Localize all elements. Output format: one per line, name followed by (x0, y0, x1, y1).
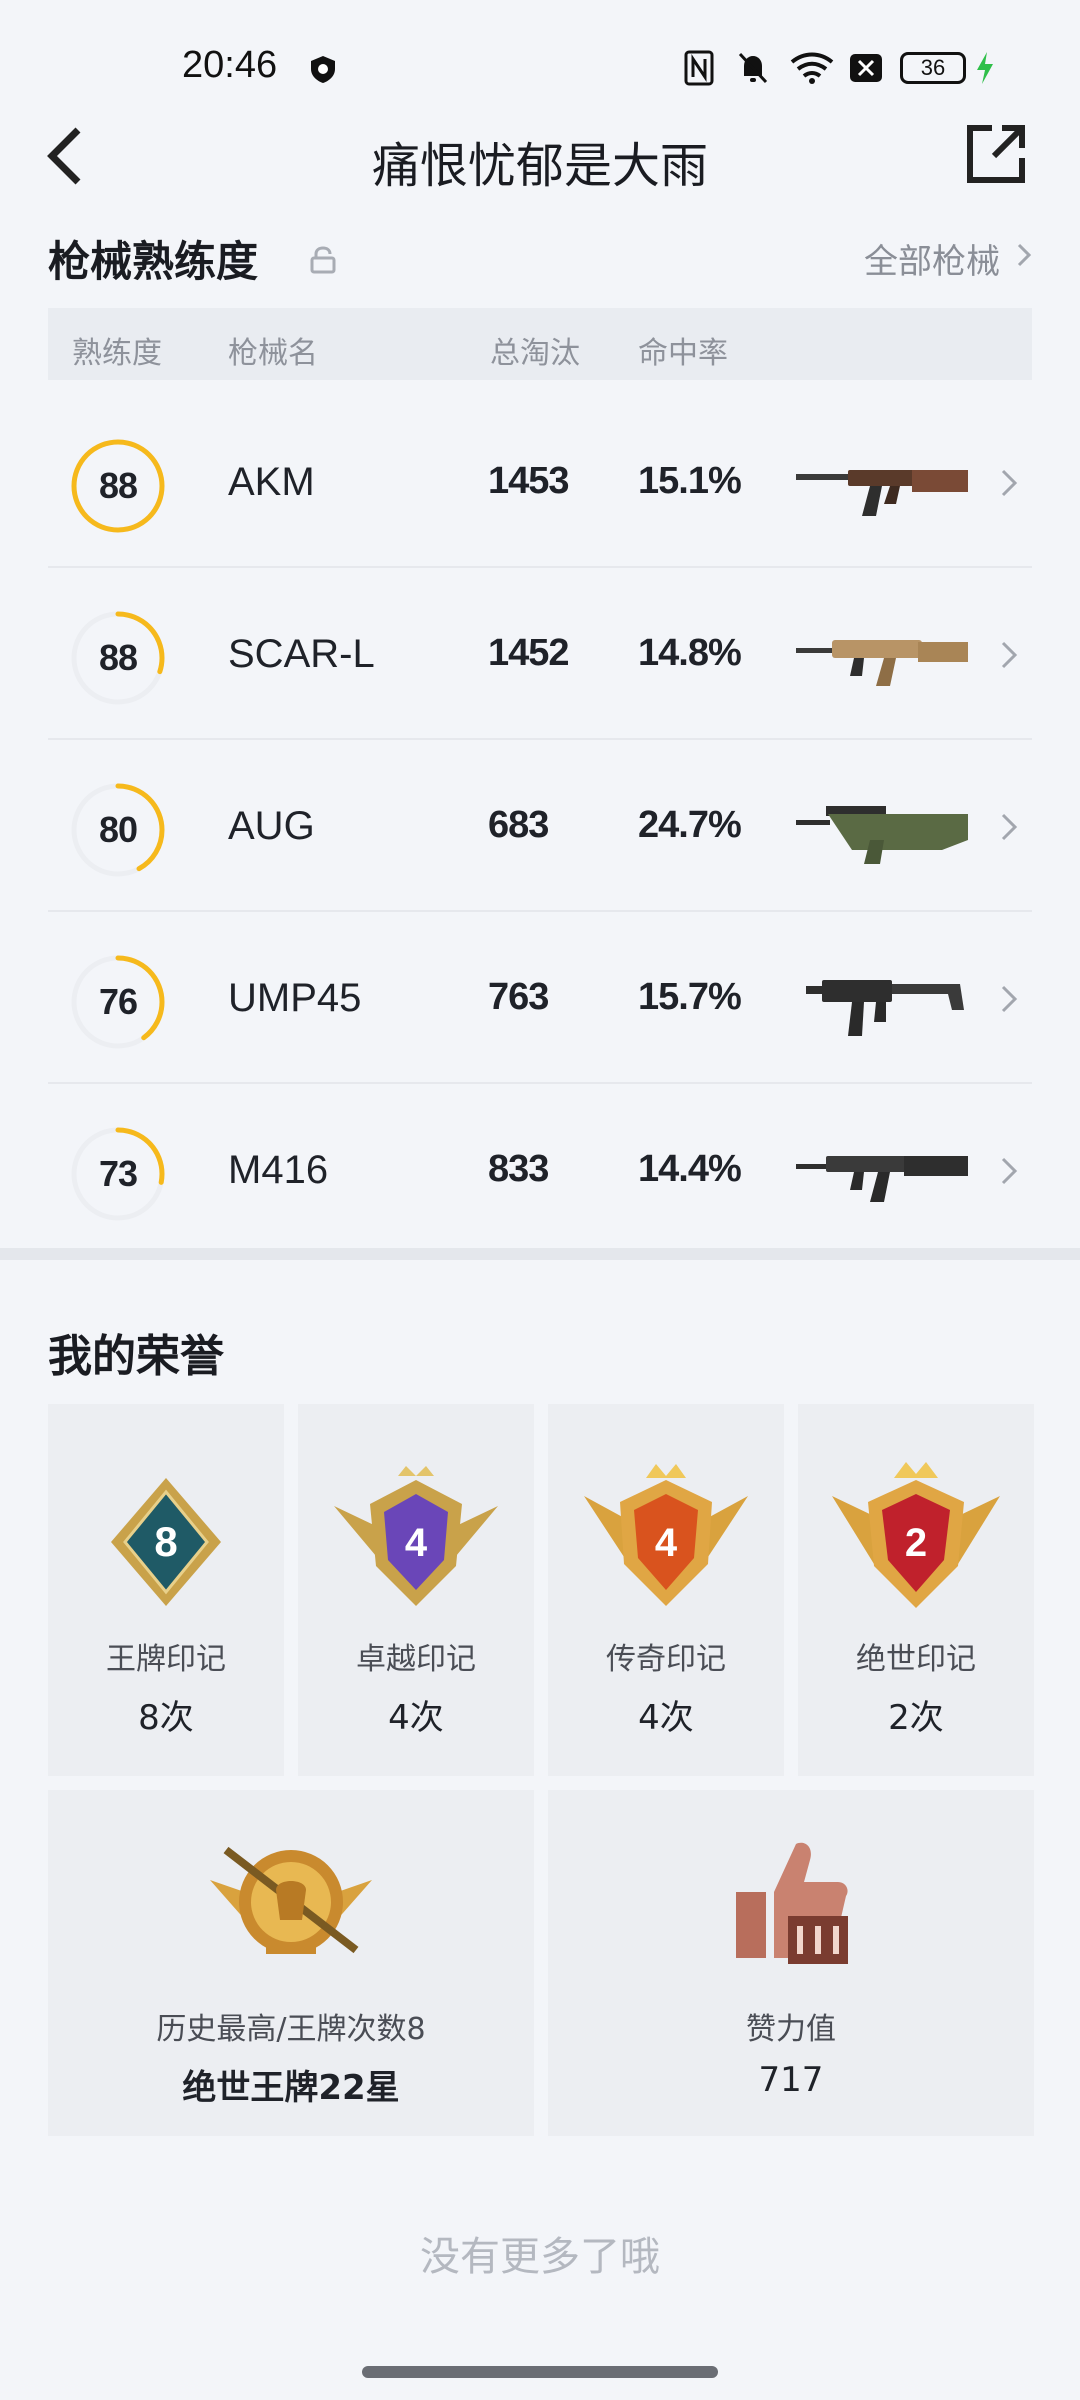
battery-icon: 36 (900, 52, 966, 84)
weapon-name: AKM (228, 460, 315, 504)
best-rank-card[interactable]: 历史最高/王牌次数8 绝世王牌22星 (48, 1790, 534, 2136)
weapon-name: SCAR-L (228, 632, 375, 676)
status-bar: 20:46 36 (0, 0, 1080, 130)
mastery-value: 88 (98, 465, 138, 506)
mastery-value: 76 (98, 981, 138, 1022)
ace-mark-badge-icon: 8 (111, 1478, 221, 1606)
weapon-mastery-header: 枪械熟练度 全部枪械 (48, 228, 1032, 288)
honor-card-peerless[interactable]: 2 绝世印记 2次 (798, 1404, 1034, 1776)
home-indicator[interactable] (362, 2366, 718, 2378)
honor-card-ace[interactable]: 8 王牌印记 8次 (48, 1404, 284, 1776)
mastery-value: 73 (98, 1153, 138, 1194)
lock-icon (310, 246, 336, 274)
aug-rifle-icon (796, 806, 968, 864)
notification-x-icon (850, 54, 882, 82)
all-weapons-link[interactable]: 全部枪械 (864, 234, 1000, 283)
weapon-eliminations: 763 (488, 976, 549, 1018)
weapon-eliminations: 833 (488, 1148, 549, 1190)
honor-count: 4次 (388, 1698, 444, 1738)
honor-count: 2次 (888, 1698, 944, 1738)
honor-card-excellence[interactable]: 4 卓越印记 4次 (298, 1404, 534, 1776)
weapon-hit-rate: 24.7% (638, 804, 742, 846)
chevron-right-icon[interactable] (1016, 242, 1032, 268)
honor-count: 8次 (138, 1698, 194, 1738)
ump45-smg-icon (806, 980, 964, 1036)
column-eliminations: 总淘汰 (490, 336, 580, 371)
weapon-table-header: 熟练度 枪械名 总淘汰 命中率 (48, 308, 1032, 380)
weapon-name: AUG (228, 804, 315, 848)
m416-rifle-icon (796, 1156, 968, 1202)
mastery-value: 80 (98, 809, 138, 850)
shield-icon (311, 56, 335, 83)
honor-label: 绝世印记 (856, 1642, 976, 1677)
chevron-right-icon[interactable] (1000, 640, 1018, 670)
honor-label: 卓越印记 (356, 1642, 476, 1677)
best-rank-label: 历史最高/王牌次数8 (156, 2012, 426, 2047)
wifi-icon (790, 52, 834, 84)
nfc-icon (684, 50, 714, 86)
chevron-right-icon[interactable] (1000, 812, 1018, 842)
weapon-hit-rate: 14.8% (638, 632, 742, 674)
weapon-hit-rate: 15.1% (638, 460, 742, 502)
weapon-hit-rate: 14.4% (638, 1148, 742, 1190)
best-rank-value: 绝世王牌22星 (182, 2068, 400, 2108)
page-title: 痛恨忧郁是大雨 (371, 138, 708, 194)
share-icon[interactable] (964, 122, 1028, 186)
honor-count: 4次 (638, 1698, 694, 1738)
honor-label: 传奇印记 (606, 1642, 726, 1677)
section-divider (0, 1248, 1080, 1260)
weapon-row[interactable]: 80 AUG 683 24.7% (48, 742, 1032, 912)
column-mastery: 熟练度 (72, 336, 162, 371)
effort-card[interactable]: 赞力值 717 (548, 1790, 1034, 2136)
no-more-text: 没有更多了哦 (420, 2234, 660, 2280)
akm-rifle-icon (796, 470, 968, 516)
crown-rank-badge-icon (210, 1846, 372, 1954)
weapon-eliminations: 1453 (488, 460, 570, 502)
weapon-row[interactable]: 73 M416 833 14.4% (48, 1086, 1032, 1256)
header: 痛恨忧郁是大雨 (0, 120, 1080, 240)
battery-level: 36 (920, 55, 946, 80)
weapon-row[interactable]: 88 SCAR-L 1452 14.8% (48, 570, 1032, 740)
weapon-name: UMP45 (228, 976, 362, 1020)
thumbs-up-iii-icon (736, 1842, 848, 1964)
mute-bell-icon (738, 52, 768, 84)
weapon-row[interactable]: 76 UMP45 763 15.7% (48, 914, 1032, 1084)
ace-badge-number: 8 (154, 1518, 177, 1565)
weapon-name: M416 (228, 1148, 329, 1192)
column-weapon-name: 枪械名 (228, 336, 318, 371)
peerless-badge-number: 2 (905, 1521, 927, 1565)
charging-bolt-icon (977, 52, 993, 84)
weapon-hit-rate: 15.7% (638, 976, 742, 1018)
status-time: 20:46 (182, 44, 278, 86)
weapon-eliminations: 1452 (488, 632, 570, 674)
legend-badge-number: 4 (655, 1521, 678, 1565)
weapon-mastery-title: 枪械熟练度 (48, 237, 259, 286)
excellence-mark-badge-icon: 4 (334, 1466, 498, 1606)
honor-card-legend[interactable]: 4 传奇印记 4次 (548, 1404, 784, 1776)
chevron-right-icon[interactable] (1000, 984, 1018, 1014)
scar-l-rifle-icon (796, 640, 968, 686)
chevron-right-icon[interactable] (1000, 1156, 1018, 1186)
effort-value: 717 (758, 2060, 824, 2100)
honors-title: 我的荣誉 (48, 1331, 224, 1382)
legend-mark-badge-icon: 4 (584, 1464, 748, 1606)
peerless-mark-badge-icon: 2 (832, 1462, 1000, 1608)
column-hit-rate: 命中率 (638, 336, 728, 371)
effort-label: 赞力值 (746, 2012, 836, 2047)
mastery-value: 88 (98, 637, 138, 678)
honor-label: 王牌印记 (106, 1642, 226, 1677)
chevron-right-icon[interactable] (1000, 468, 1018, 498)
weapon-eliminations: 683 (488, 804, 549, 846)
excellence-badge-number: 4 (405, 1521, 428, 1565)
weapon-row[interactable]: 88 AKM 1453 15.1% (48, 398, 1032, 568)
